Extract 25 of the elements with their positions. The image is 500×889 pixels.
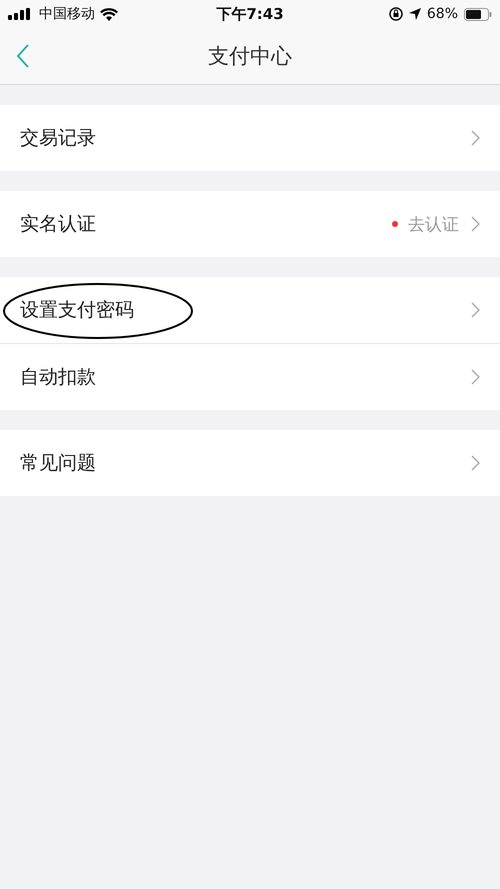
menu-label: 自动扣款 — [20, 365, 97, 390]
wifi-icon — [100, 8, 118, 20]
menu-label: 设置支付密码 — [20, 298, 135, 323]
page-title: 支付中心 — [208, 43, 292, 70]
menu-label: 常见问题 — [20, 451, 97, 476]
menu-row[interactable]: 自动扣款 — [0, 343, 500, 410]
chevron-icon — [471, 216, 480, 232]
location-arrow-icon — [408, 8, 421, 20]
carrier-name: 中国移动 — [39, 5, 95, 23]
menu-row[interactable]: 设置支付密码 — [0, 277, 500, 343]
chevron-icon — [471, 130, 480, 146]
back-icon[interactable] — [16, 44, 30, 68]
status-time: 下午7:43 — [216, 4, 284, 24]
chevron-icon — [471, 369, 480, 385]
chevron-icon — [471, 455, 480, 471]
chevron-icon — [471, 302, 480, 318]
battery-percent: 68% — [426, 6, 458, 22]
menu-row[interactable]: 实名认证 去认证 — [0, 191, 500, 257]
menu-row[interactable]: 常见问题 — [0, 430, 500, 496]
rotation-lock-icon — [388, 7, 403, 21]
battery-icon — [464, 8, 492, 20]
menu-hint: 去认证 — [408, 214, 459, 236]
menu-label: 交易记录 — [20, 126, 97, 151]
menu-label: 实名认证 — [20, 212, 97, 237]
menu-row[interactable]: 交易记录 — [0, 105, 500, 171]
